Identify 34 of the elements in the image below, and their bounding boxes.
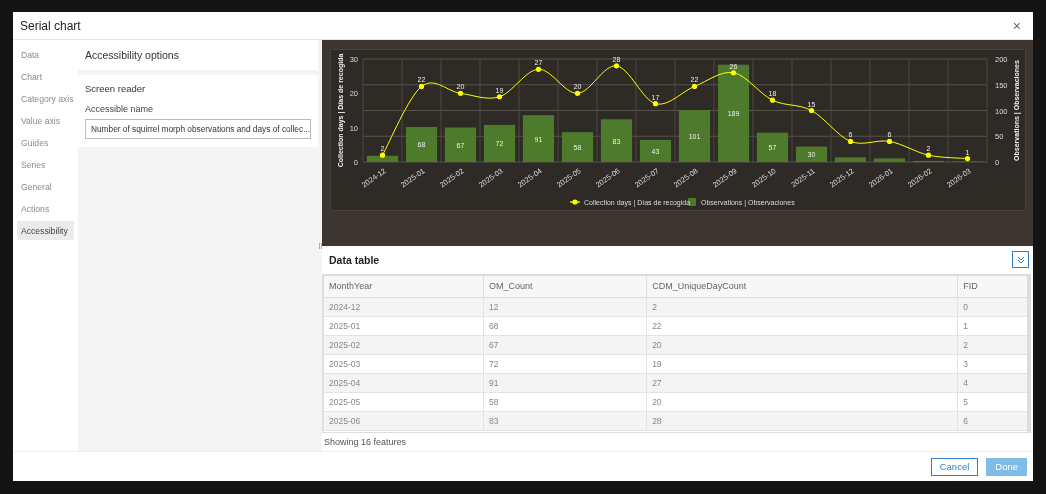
table-cell: 20 [646,392,958,412]
table-cell: 19 [646,354,958,374]
table-cell: 72 [483,354,647,374]
feature-count: Showing 16 features [323,436,408,449]
section-title: Data table [329,253,380,266]
table-cell: 58 [483,392,647,412]
field-label: Accessible name [85,104,155,114]
table-cell: 2025-01 [323,316,484,336]
double-chevron-icon [1016,255,1025,264]
sidebar-item[interactable]: Accessibility [17,221,74,240]
table-cell: 2025-05 [323,392,484,412]
sidebar-item[interactable]: Category axis [17,89,74,108]
section-heading: Screen reader [85,83,147,94]
sidebar-item[interactable]: Value axis [17,111,74,130]
splitter-grip-icon[interactable] [318,242,322,249]
input-field[interactable]: Number of squirrel morph observations and days of collec... [85,119,311,139]
column-header[interactable]: MonthYear [323,275,484,298]
column-header[interactable]: FID [957,275,1027,298]
sidebar-item[interactable]: General [17,177,74,196]
collapse-button[interactable] [1012,251,1029,269]
column-header[interactable]: CDM_UniqueDayCount [646,275,958,298]
sidebar-item[interactable]: Data [17,45,74,64]
table-cell: 22 [646,316,958,336]
dialog-title: Serial chart [20,18,81,33]
sidebar-item[interactable]: Series [17,155,74,174]
column-header[interactable]: OM_Count [483,275,647,298]
table-cell: 68 [483,316,647,336]
panel-heading: Accessibility options [85,48,180,62]
cancel-button[interactable]: Cancel [930,457,979,476]
sidebar-item[interactable]: Chart [17,67,74,86]
table-cell: 2025-03 [323,354,484,374]
sidebar-item[interactable]: Guides [17,133,74,152]
close-button[interactable]: × [1008,17,1025,34]
sidebar-item[interactable]: Actions [17,199,74,218]
